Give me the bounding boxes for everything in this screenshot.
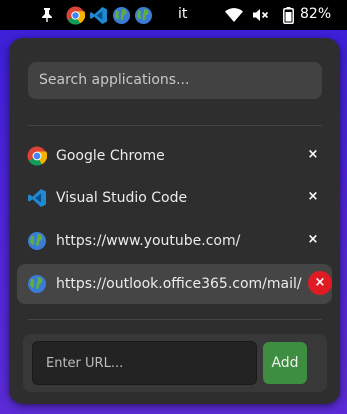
url-input[interactable] xyxy=(32,341,257,385)
list-item-label: https://www.youtube.com/ xyxy=(56,233,241,249)
search-placeholder: Search applications... xyxy=(39,72,190,88)
keyboard-layout-indicator[interactable]: it xyxy=(178,6,187,22)
close-icon[interactable]: × xyxy=(302,144,324,166)
list-item-label: Visual Studio Code xyxy=(56,190,188,206)
chrome-icon xyxy=(27,146,47,166)
globe-icon xyxy=(28,275,46,293)
app-launcher-popup: Search applications... Google Chrome × V… xyxy=(9,38,340,404)
search-input[interactable]: Search applications... xyxy=(28,62,322,99)
list-item-label: https://outlook.office365.com/mail/ xyxy=(56,276,302,292)
close-icon[interactable]: × xyxy=(302,229,324,251)
add-url-bar: Add xyxy=(23,334,327,392)
list-item-youtube[interactable]: https://www.youtube.com/ × xyxy=(17,221,332,261)
divider xyxy=(28,125,322,126)
pin-icon[interactable] xyxy=(40,7,54,23)
list-item-label: Google Chrome xyxy=(56,148,165,164)
wifi-icon[interactable] xyxy=(225,8,243,22)
vscode-icon[interactable] xyxy=(89,6,108,25)
close-icon[interactable]: × xyxy=(302,186,324,208)
top-bar: it 82% xyxy=(0,0,347,30)
close-icon[interactable]: × xyxy=(308,271,332,295)
chrome-icon[interactable] xyxy=(66,6,85,25)
volume-muted-icon[interactable] xyxy=(253,8,269,22)
battery-percentage: 82% xyxy=(300,6,332,22)
divider xyxy=(28,319,322,320)
list-item-outlook[interactable]: https://outlook.office365.com/mail/ × xyxy=(17,264,332,304)
globe-icon[interactable] xyxy=(112,6,131,25)
vscode-icon xyxy=(28,189,46,207)
globe-icon[interactable] xyxy=(134,6,153,25)
battery-icon[interactable] xyxy=(283,7,294,24)
list-item-visual-studio-code[interactable]: Visual Studio Code × xyxy=(17,178,332,218)
list-item-google-chrome[interactable]: Google Chrome × xyxy=(17,136,332,176)
add-button[interactable]: Add xyxy=(263,342,307,384)
globe-icon xyxy=(28,232,46,250)
